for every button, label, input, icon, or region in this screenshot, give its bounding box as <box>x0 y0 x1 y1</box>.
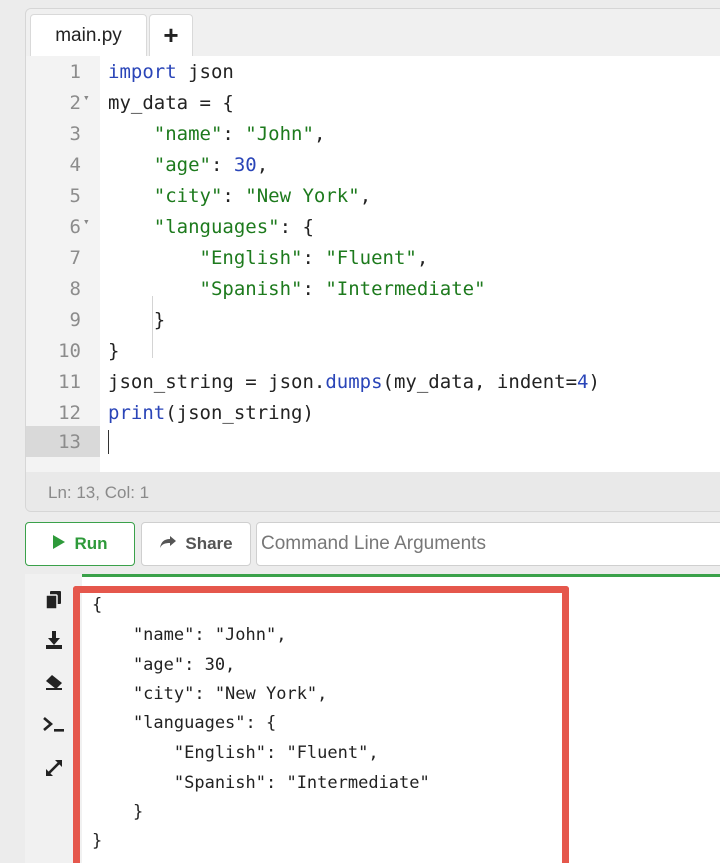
code-text: } <box>108 308 166 331</box>
code-line: 6 ▾ "languages": { <box>26 211 706 242</box>
text-cursor <box>108 430 109 454</box>
share-icon <box>159 534 177 554</box>
fold-toggle-icon[interactable]: ▾ <box>83 215 90 228</box>
code-line: 11 json_string = json.dumps(my_data, ind… <box>26 366 706 397</box>
output-line: "Spanish": "Intermediate" <box>92 773 430 793</box>
run-button[interactable]: Run <box>25 522 135 566</box>
code-text: "city": "New York", <box>153 184 372 207</box>
output-line: "city": "New York", <box>92 684 328 704</box>
code-line: 9 } <box>26 304 706 335</box>
code-text: } <box>108 339 120 362</box>
line-number: 12 <box>58 401 81 424</box>
fold-toggle-icon[interactable]: ▾ <box>83 91 90 104</box>
line-number: 9 <box>69 308 81 331</box>
play-icon <box>52 534 66 555</box>
code-line: 4 "age": 30, <box>26 149 706 180</box>
code-line: 2 ▾ my_data = { <box>26 87 706 118</box>
line-number: 7 <box>69 246 81 269</box>
code-line: 1 import json <box>26 56 706 87</box>
output-line: "English": "Fluent", <box>92 743 379 763</box>
output-line: "name": "John", <box>92 625 287 645</box>
output-line: "languages": { <box>92 713 277 733</box>
run-label: Run <box>74 534 108 553</box>
command-line-arguments-input[interactable] <box>256 522 720 566</box>
code-text: import json <box>108 60 234 83</box>
terminal-icon[interactable] <box>40 712 68 736</box>
output-line: { <box>92 595 103 615</box>
code-text: "age": 30, <box>153 153 269 176</box>
code-text: "name": "John", <box>153 122 326 145</box>
code-text: "English": "Fluent", <box>199 246 429 269</box>
line-number: 4 <box>69 153 81 176</box>
code-line: 10 } <box>26 335 706 366</box>
code-line: 3 "name": "John", <box>26 118 706 149</box>
expand-icon[interactable] <box>40 756 68 780</box>
output-line: "age": 30, <box>92 655 236 675</box>
output-line: } <box>92 802 144 822</box>
line-number: 13 <box>58 430 81 453</box>
code-editor: main.py + 1 import json 2 ▾ my_data = { … <box>25 8 720 512</box>
line-number: 5 <box>69 184 81 207</box>
code-text: "Spanish": "Intermediate" <box>199 277 486 300</box>
output-line: } <box>92 831 103 851</box>
share-button[interactable]: Share <box>141 522 251 566</box>
code-line: 13 <box>26 426 706 457</box>
tab-bar: main.py + <box>26 9 720 56</box>
line-number: 11 <box>58 370 81 393</box>
copy-icon[interactable] <box>40 588 68 612</box>
tab-main-py[interactable]: main.py <box>30 14 147 56</box>
line-number: 1 <box>69 60 81 83</box>
line-number: 3 <box>69 122 81 145</box>
code-line: 8 "Spanish": "Intermediate" <box>26 273 706 304</box>
eraser-icon[interactable] <box>40 670 68 694</box>
status-bar: Ln: 13, Col: 1 <box>26 472 720 511</box>
download-icon[interactable] <box>40 628 68 652</box>
code-text: my_data = { <box>108 91 234 114</box>
code-line: 12 print(json_string) <box>26 397 706 428</box>
line-number: 2 <box>69 91 81 114</box>
code-line: 7 "English": "Fluent", <box>26 242 706 273</box>
indent-guide <box>152 296 153 358</box>
code-text: json_string = json.dumps(my_data, indent… <box>108 370 600 393</box>
share-label: Share <box>185 534 233 553</box>
code-text: print(json_string) <box>108 401 314 424</box>
line-number: 6 <box>69 215 81 238</box>
cursor-position: Ln: 13, Col: 1 <box>48 482 150 502</box>
add-tab-button[interactable]: + <box>149 14 193 56</box>
code-text: "languages": { <box>153 215 314 238</box>
code-area[interactable]: 1 import json 2 ▾ my_data = { 3 "name": … <box>26 56 720 472</box>
code-line: 5 "city": "New York", <box>26 180 706 211</box>
line-number: 8 <box>69 277 81 300</box>
line-number: 10 <box>58 339 81 362</box>
